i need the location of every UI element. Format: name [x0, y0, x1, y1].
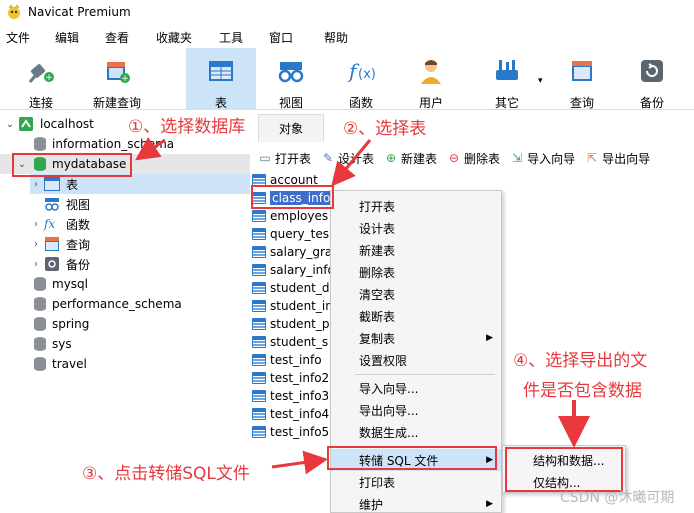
annotation-step1: ①、选择数据库	[128, 117, 246, 137]
annotation-step2: ②、选择表	[343, 119, 427, 139]
arrow-step2	[331, 139, 372, 187]
annotation-arrows	[135, 136, 590, 475]
watermark: CSDN @沐曦可期	[560, 490, 675, 506]
arrow-step1	[135, 136, 166, 161]
annotation-step4-line2: 件是否包含数据	[523, 381, 642, 401]
arrow-step3	[271, 450, 328, 475]
annotation-step4-line1: ④、选择导出的文	[513, 351, 648, 371]
annotation-step3: ③、点击转储SQL文件	[82, 464, 250, 484]
